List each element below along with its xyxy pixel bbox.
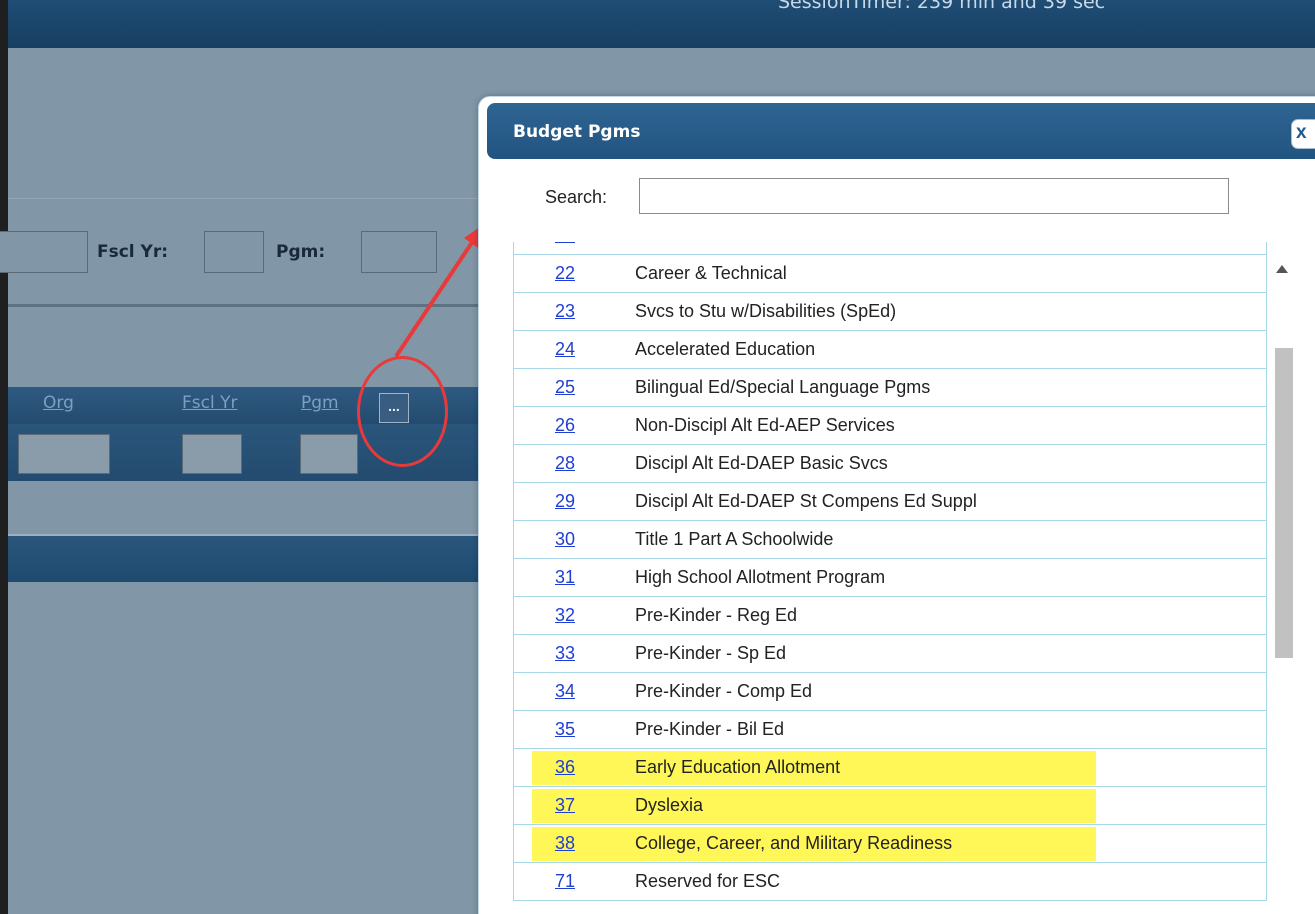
program-row[interactable]: 37 Dyslexia [513, 787, 1267, 825]
program-cell-input[interactable] [300, 434, 358, 474]
program-row[interactable]: 38 College, Career, and Military Readines… [513, 825, 1267, 863]
program-code-link[interactable]: 38 [555, 833, 575, 854]
program-row[interactable]: 28 Discipl Alt Ed-DAEP Basic Svcs [513, 445, 1267, 483]
program-description: Pre-Kinder - Reg Ed [635, 605, 798, 625]
annotation-arrow-shaft [395, 233, 479, 357]
program-description: Non-Discipl Alt Ed-AEP Services [635, 415, 895, 435]
program-description: Title 1 Part A Schoolwide [635, 529, 834, 549]
program-row[interactable]: 30 Title 1 Part A Schoolwide [513, 521, 1267, 559]
top-bar: SessionTimer: 239 min and 39 sec [8, 0, 1315, 48]
program-list-items: 21Gifted & Talented22Career & Technical2… [513, 242, 1267, 901]
program-code-link[interactable]: 32 [555, 605, 575, 626]
program-row[interactable]: 33 Pre-Kinder - Sp Ed [513, 635, 1267, 673]
program-row[interactable]: 25 Bilingual Ed/Special Language Pgms [513, 369, 1267, 407]
program-row[interactable]: 31 High School Allotment Program [513, 559, 1267, 597]
dialog-title: Budget Pgms [513, 122, 641, 142]
program-row[interactable]: 24 Accelerated Education [513, 331, 1267, 369]
program-code-link[interactable]: 25 [555, 377, 575, 398]
program-code-link[interactable]: 24 [555, 339, 575, 360]
column-header-fiscal-year[interactable]: Fscl Yr [182, 393, 237, 413]
program-row[interactable]: 35 Pre-Kinder - Bil Ed [513, 711, 1267, 749]
list-scrollbar[interactable] [1267, 254, 1297, 914]
program-row[interactable]: 34 Pre-Kinder - Comp Ed [513, 673, 1267, 711]
column-header-org[interactable]: Org [43, 393, 74, 413]
program-description: College, Career, and Military Readiness [635, 833, 953, 853]
program-code-link[interactable]: 22 [555, 263, 575, 284]
row-highlight [532, 789, 1096, 823]
session-timer: SessionTimer: 239 min and 39 sec [778, 0, 1106, 13]
app-window: SessionTimer: 239 min and 39 sec Fscl Yr… [0, 0, 1315, 914]
program-list: 21Gifted & Talented22Career & Technical2… [513, 242, 1267, 914]
program-code-link[interactable]: 35 [555, 719, 575, 740]
org-cell-input[interactable] [18, 434, 110, 474]
program-row[interactable]: 23 Svcs to Stu w/Disabilities (SpEd) [513, 293, 1267, 331]
program-label: Pgm: [276, 242, 326, 262]
program-description: Pre-Kinder - Bil Ed [635, 719, 785, 739]
program-description: Career & Technical [635, 263, 787, 283]
program-code-link[interactable]: 31 [555, 567, 575, 588]
budget-programs-dialog: Budget Pgms x Search: 21 Gifted & Talente… [478, 96, 1315, 914]
close-button[interactable]: x [1291, 119, 1315, 149]
window-edge [0, 0, 8, 914]
program-description: Pre-Kinder - Comp Ed [635, 681, 813, 701]
fiscal-year-input[interactable] [204, 231, 264, 273]
program-description: Reserved for ESC [635, 871, 781, 891]
program-description: Svcs to Stu w/Disabilities (SpEd) [635, 301, 897, 321]
program-row[interactable]: 71 Reserved for ESC [513, 863, 1267, 901]
program-description: Discipl Alt Ed-DAEP Basic Svcs [635, 453, 888, 473]
program-row[interactable]: 22 Career & Technical [513, 255, 1267, 293]
program-code-link[interactable]: 28 [555, 453, 575, 474]
program-code-link[interactable]: 29 [555, 491, 575, 512]
program-row[interactable]: 21 Gifted & Talented [513, 242, 1267, 255]
program-description: Discipl Alt Ed-DAEP St Compens Ed Suppl [635, 491, 977, 511]
program-code-link[interactable]: 37 [555, 795, 575, 816]
program-row[interactable]: 36 Early Education Allotment [513, 749, 1267, 787]
fiscal-year-cell-input[interactable] [182, 434, 242, 474]
program-code-link[interactable]: 71 [555, 871, 575, 892]
dialog-header: Budget Pgms x [487, 103, 1315, 159]
section-band [8, 534, 488, 582]
program-code-link[interactable]: 34 [555, 681, 575, 702]
program-description: High School Allotment Program [635, 567, 886, 587]
program-description: Gifted & Talented [635, 242, 773, 246]
program-row[interactable]: 29 Discipl Alt Ed-DAEP St Compens Ed Supp… [513, 483, 1267, 521]
program-code-link[interactable]: 36 [555, 757, 575, 778]
program-code-link[interactable]: 30 [555, 529, 575, 550]
program-code-link[interactable]: 21 [555, 242, 575, 246]
program-description: Pre-Kinder - Sp Ed [635, 643, 787, 663]
program-row[interactable]: 26 Non-Discipl Alt Ed-AEP Services [513, 407, 1267, 445]
program-description: Accelerated Education [635, 339, 816, 359]
close-icon: x [1296, 122, 1307, 143]
program-description: Bilingual Ed/Special Language Pgms [635, 377, 931, 397]
program-code-link[interactable]: 33 [555, 643, 575, 664]
program-row[interactable]: 32 Pre-Kinder - Reg Ed [513, 597, 1267, 635]
scroll-thumb[interactable] [1275, 348, 1293, 658]
column-header-program[interactable]: Pgm [301, 393, 339, 413]
program-code-link[interactable]: 23 [555, 301, 575, 322]
annotation-circle [357, 356, 448, 467]
search-label: Search: [545, 187, 608, 207]
program-code-link[interactable]: 26 [555, 415, 575, 436]
search-input[interactable] [639, 178, 1229, 214]
org-filter-input[interactable] [0, 231, 88, 273]
scroll-up-arrow-icon[interactable] [1276, 265, 1288, 273]
program-description: Early Education Allotment [635, 757, 841, 777]
fiscal-year-label: Fscl Yr: [97, 242, 169, 262]
program-description: Dyslexia [635, 795, 704, 815]
